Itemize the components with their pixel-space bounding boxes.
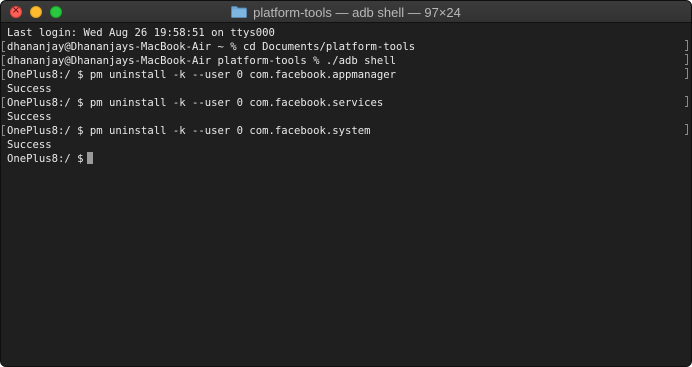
line-mark-right — [685, 40, 688, 51]
line-mark-right — [685, 96, 688, 107]
window-title-area: platform-tools — adb shell — 97×24 — [1, 1, 691, 23]
terminal-line: dhananjay@Dhananjays-MacBook-Air ~ % cd … — [2, 40, 691, 54]
line-text: Success — [7, 83, 52, 95]
line-mark-right — [685, 68, 688, 79]
line-text: OnePlus8:/ $ pm uninstall -k --user 0 co… — [7, 125, 371, 137]
terminal-output[interactable]: Last login: Wed Aug 26 19:58:51 on ttys0… — [1, 23, 691, 366]
line-text: dhananjay@Dhananjays-MacBook-Air ~ % cd … — [7, 41, 416, 53]
terminal-line: OnePlus8:/ $ pm uninstall -k --user 0 co… — [2, 68, 691, 82]
folder-icon — [231, 6, 248, 18]
line-mark-left — [2, 125, 5, 136]
line-text: OnePlus8:/ $ pm uninstall -k --user 0 co… — [7, 69, 397, 81]
line-mark-left — [2, 69, 5, 80]
window-title: platform-tools — adb shell — 97×24 — [253, 4, 461, 20]
terminal-line: Success — [7, 138, 691, 152]
terminal-line: Success — [7, 110, 691, 124]
terminal-line: Success — [7, 82, 691, 96]
line-mark-right — [685, 124, 688, 135]
terminal-line: Last login: Wed Aug 26 19:58:51 on ttys0… — [7, 26, 691, 40]
line-text: Success — [7, 111, 52, 123]
line-text: dhananjay@Dhananjays-MacBook-Air platfor… — [7, 55, 397, 67]
text-cursor — [86, 152, 93, 164]
line-mark-left — [2, 97, 5, 108]
prompt-line: OnePlus8:/ $ — [7, 152, 691, 166]
line-text: Success — [7, 139, 52, 151]
terminal-line: OnePlus8:/ $ pm uninstall -k --user 0 co… — [2, 96, 691, 110]
terminal-line: dhananjay@Dhananjays-MacBook-Air platfor… — [2, 54, 691, 68]
terminal-window: × platform-tools — adb shell — 97×24 Las… — [0, 0, 692, 367]
terminal-line: OnePlus8:/ $ pm uninstall -k --user 0 co… — [2, 124, 691, 138]
line-mark-left — [2, 55, 5, 66]
title-bar[interactable]: × platform-tools — adb shell — 97×24 — [1, 1, 691, 23]
line-text: Last login: Wed Aug 26 19:58:51 on ttys0… — [7, 27, 275, 39]
line-mark-left — [2, 41, 5, 52]
line-text: OnePlus8:/ $ pm uninstall -k --user 0 co… — [7, 97, 384, 109]
prompt-text: OnePlus8:/ $ — [7, 153, 84, 165]
line-mark-right — [685, 54, 688, 65]
